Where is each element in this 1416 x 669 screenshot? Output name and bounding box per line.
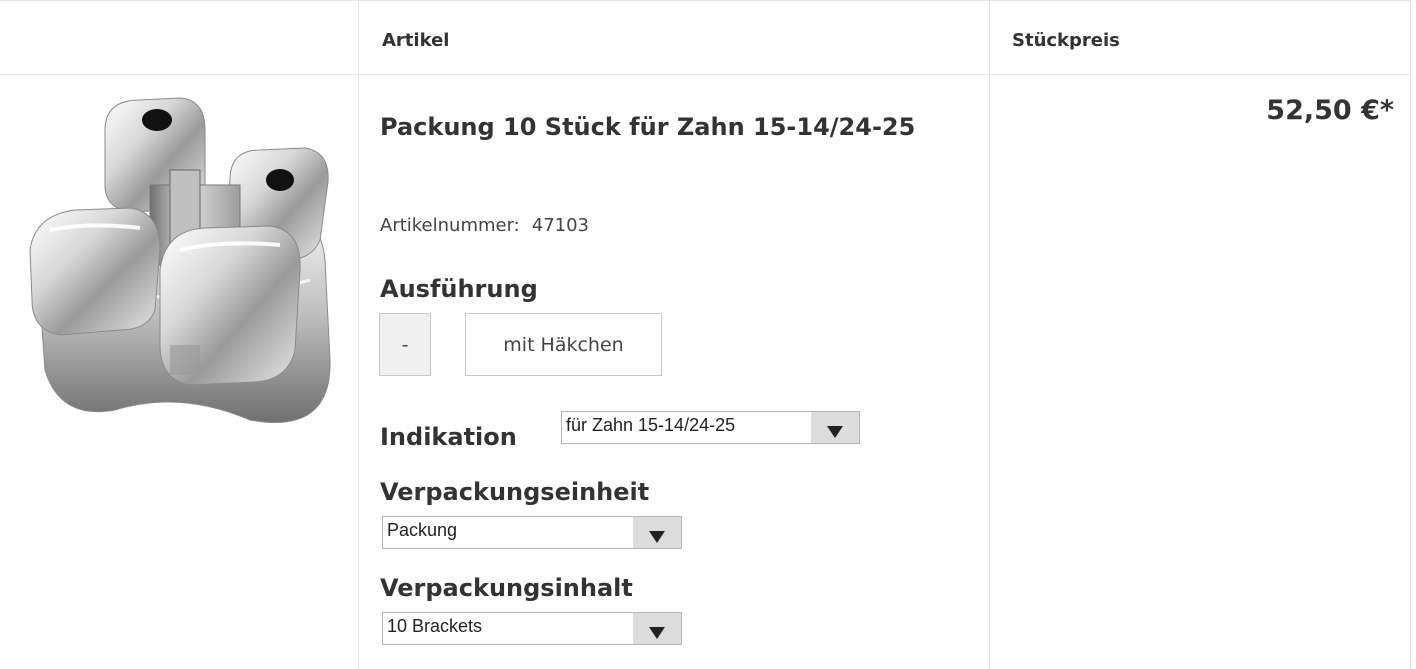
verpackungseinheit-select[interactable]: Packung [382, 516, 682, 549]
article-number-label: Artikelnummer: [380, 215, 520, 236]
dropdown-arrow-icon [633, 517, 681, 548]
indikation-selected-value: für Zahn 15-14/24-25 [566, 415, 736, 435]
article-number-row: Artikelnummer: 47103 [380, 215, 589, 236]
product-table: Artikel Stückpreis Packung 10 Stück für … [0, 0, 1416, 669]
product-title[interactable]: Packung 10 Stück für Zahn 15-14/24-25 [380, 104, 980, 150]
verpackungsinhalt-label: Verpackungsinhalt [380, 574, 633, 602]
dropdown-arrow-icon [811, 412, 859, 443]
verpackungseinheit-selected-value: Packung [387, 520, 458, 540]
unit-price: 52,50 €* [1266, 95, 1394, 126]
ausfuehrung-option-none[interactable]: - [379, 313, 431, 376]
indikation-select[interactable]: für Zahn 15-14/24-25 [561, 411, 860, 444]
column-header-article: Artikel [382, 30, 450, 51]
verpackungsinhalt-selected-value: 10 Brackets [387, 616, 483, 636]
ausfuehrung-option-with-hook[interactable]: mit Häkchen [465, 313, 662, 376]
ausfuehrung-label: Ausführung [380, 275, 538, 303]
verpackungsinhalt-select[interactable]: 10 Brackets [382, 612, 682, 645]
indikation-label: Indikation [380, 423, 517, 451]
column-header-unit-price: Stückpreis [1012, 30, 1120, 51]
column-divider-1 [358, 0, 359, 669]
header-divider [0, 74, 1410, 75]
orthodontic-bracket-image[interactable] [20, 90, 340, 440]
column-divider-2 [989, 0, 990, 669]
article-number-value: 47103 [531, 215, 590, 236]
dropdown-arrow-icon [633, 613, 681, 644]
verpackungseinheit-label: Verpackungseinheit [380, 478, 650, 506]
